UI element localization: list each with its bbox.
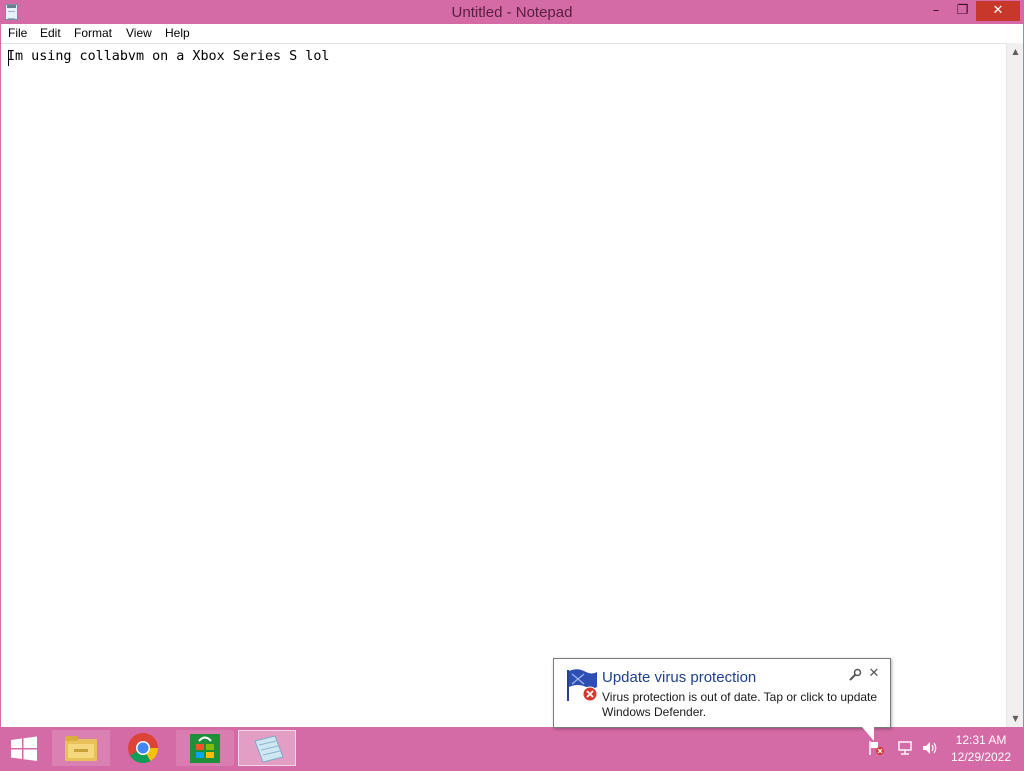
notification-pointer: [862, 727, 874, 741]
chrome-icon: [128, 733, 158, 764]
notification-close-button[interactable]: ✕: [867, 667, 881, 681]
menu-bar: File Edit Format View Help: [1, 24, 1023, 43]
notification-title: Update virus protection: [602, 669, 757, 686]
store-icon: [190, 734, 220, 763]
network-icon[interactable]: [897, 740, 915, 756]
scroll-down-arrow-icon[interactable]: ▼: [1007, 710, 1024, 727]
menu-help[interactable]: Help: [163, 26, 192, 40]
wrench-icon[interactable]: [848, 668, 862, 682]
vertical-scrollbar[interactable]: ▲ ▼: [1006, 43, 1023, 727]
text-caret: [8, 50, 9, 66]
minimize-button[interactable]: –: [923, 1, 949, 21]
taskbar-notepad[interactable]: [238, 730, 296, 766]
clock-time: 12:31 AM: [955, 733, 1007, 747]
taskbar-store[interactable]: [176, 730, 234, 766]
menu-edit[interactable]: Edit: [38, 26, 63, 40]
taskbar-file-explorer[interactable]: [52, 730, 110, 766]
notepad-window: Untitled - Notepad – ❐ ✕ File Edit Forma…: [0, 0, 1024, 728]
clock-date: 12/29/2022: [950, 750, 1012, 764]
windows-logo-icon: [11, 736, 37, 761]
menu-format[interactable]: Format: [72, 26, 114, 40]
editor-text[interactable]: Im using collabvm on a Xbox Series S lol: [7, 49, 329, 64]
restore-button[interactable]: ❐: [949, 1, 976, 21]
volume-icon[interactable]: [921, 740, 939, 756]
notification-body: Virus protection is out of date. Tap or …: [602, 690, 878, 719]
notepad-icon: [254, 735, 284, 763]
title-bar[interactable]: Untitled - Notepad – ❐ ✕: [1, 1, 1023, 24]
security-flag-icon: [564, 667, 600, 703]
window-title: Untitled - Notepad: [451, 4, 573, 21]
scroll-up-arrow-icon[interactable]: ▲: [1007, 43, 1024, 60]
menu-view[interactable]: View: [124, 26, 154, 40]
start-button[interactable]: [6, 732, 42, 765]
system-clock[interactable]: 12:31 AM 12/29/2022: [946, 732, 1016, 766]
file-explorer-icon: [65, 736, 97, 761]
text-editor[interactable]: Im using collabvm on a Xbox Series S lol: [1, 43, 1006, 727]
action-center-flag-icon[interactable]: [868, 740, 886, 756]
notification-toast[interactable]: Update virus protection Virus protection…: [553, 658, 891, 728]
taskbar-chrome[interactable]: [114, 730, 172, 766]
menu-file[interactable]: File: [6, 26, 29, 40]
close-button[interactable]: ✕: [976, 1, 1020, 21]
